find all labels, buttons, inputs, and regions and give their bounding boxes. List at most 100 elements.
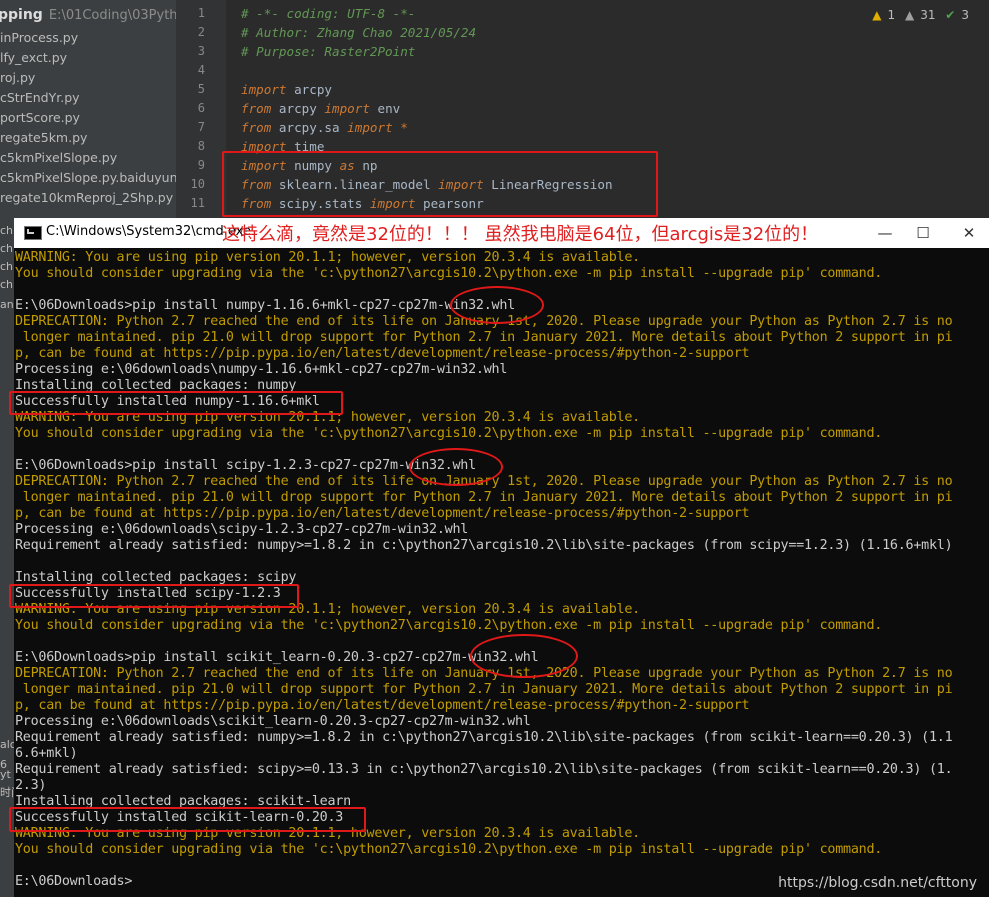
ok-count: 3 <box>961 8 969 22</box>
code-line: from arcpy.sa import * <box>228 118 868 137</box>
console-line: Processing e:\06downloads\numpy-1.16.6+m… <box>15 362 508 377</box>
cmd-titlebar[interactable]: C:\Windows\System32\cmd.exe 这特么滴，竟然是32位的… <box>14 218 989 248</box>
project-file-item[interactable]: inProcess.py <box>0 30 176 50</box>
minimize-button[interactable]: — <box>874 222 896 244</box>
line-number: 6 <box>197 101 205 115</box>
terminal-icon <box>24 226 42 240</box>
console-line: You should consider upgrading via the 'c… <box>15 266 883 281</box>
console-line: p, can be found at https://pip.pypa.io/e… <box>15 346 750 361</box>
console-line: 2.3) <box>15 778 47 793</box>
project-tree-overflow: chchchchanalc6yt时间 <box>0 218 14 897</box>
cropped-tree-label: 时间 <box>0 786 14 799</box>
weak-warning-icon: ▲ <box>904 8 915 22</box>
project-file-item[interactable]: regate10kmReproj_2Shp.py <box>0 190 176 210</box>
project-file-item[interactable]: roj.py <box>0 70 176 90</box>
console-line: p, can be found at https://pip.pypa.io/e… <box>15 506 750 521</box>
line-number: 10 <box>190 177 205 191</box>
project-file-item[interactable]: cStrEndYr.py <box>0 90 176 110</box>
code-token: # Purpose: Raster2Point <box>241 44 416 59</box>
project-path: E:\01Coding\03Python\ <box>48 8 176 23</box>
close-button[interactable]: ✕ <box>958 222 980 244</box>
win32-circle-sklearn <box>470 634 578 678</box>
console-line: E:\06Downloads> <box>15 874 133 889</box>
line-number: 11 <box>190 196 205 210</box>
line-number: 7 <box>197 120 205 134</box>
console-line: You should consider upgrading via the 'c… <box>15 426 883 441</box>
console-line: Requirement already satisfied: numpy>=1.… <box>15 730 953 745</box>
line-number: 5 <box>197 82 205 96</box>
project-file-item[interactable]: c5kmPixelSlope.py <box>0 150 176 170</box>
console-output[interactable]: WARNING: You are using pip version 20.1.… <box>14 248 989 897</box>
cropped-tree-label: ch <box>0 260 14 273</box>
success-box-sklearn <box>9 807 366 832</box>
line-number: 4 <box>197 63 205 77</box>
imports-highlight-box <box>222 151 658 217</box>
console-line: 6.6+mkl) <box>15 746 78 761</box>
code-token: from <box>241 101 272 116</box>
ide-window: pping E:\01Coding\03Python\ inProcess.pyl… <box>0 0 989 218</box>
check-icon: ✔ <box>945 8 956 22</box>
code-token: arcpy <box>286 82 332 97</box>
cropped-tree-label: ch <box>0 278 14 291</box>
code-line: # -*- coding: UTF-8 -*- <box>228 4 868 23</box>
code-token: import <box>324 101 370 116</box>
line-number: 3 <box>197 44 205 58</box>
code-token: # Author: Zhang Chao 2021/05/24 <box>241 25 477 40</box>
console-line: Requirement already satisfied: numpy>=1.… <box>15 538 953 553</box>
success-box-numpy <box>9 391 343 415</box>
success-box-scipy <box>9 584 299 608</box>
console-line: You should consider upgrading via the 'c… <box>15 842 883 857</box>
win32-circle-scipy <box>409 448 503 486</box>
project-header[interactable]: pping E:\01Coding\03Python\ <box>0 0 176 30</box>
console-line: longer maintained. pip 21.0 will drop su… <box>15 682 953 697</box>
warning-icon: ▲ <box>872 8 882 22</box>
cropped-tree-label: an <box>0 298 14 311</box>
cropped-tree-label: ch <box>0 242 14 255</box>
line-number: 1 <box>197 6 205 20</box>
line-number: 9 <box>197 158 205 172</box>
win32-circle-numpy <box>450 286 544 324</box>
code-token: arcpy.sa <box>271 120 348 135</box>
code-line: # Purpose: Raster2Point <box>228 42 868 61</box>
console-line: You should consider upgrading via the 'c… <box>15 618 883 633</box>
watermark: https://blog.csdn.net/cfttony <box>778 875 977 891</box>
project-tree: inProcess.py lfy_exct.py roj.py cStrEndYr.p… <box>0 30 176 218</box>
code-token: from <box>241 120 272 135</box>
console-line: longer maintained. pip 21.0 will drop su… <box>15 330 953 345</box>
code-token: arcpy <box>271 101 325 116</box>
project-file-item[interactable]: c5kmPixelSlope.py.baiduyun.up <box>0 170 176 190</box>
line-number: 8 <box>197 139 205 153</box>
code-line: # Author: Zhang Chao 2021/05/24 <box>228 23 868 42</box>
console-line: E:\06Downloads>pip install scikit_learn-… <box>15 650 539 665</box>
project-name: pping <box>0 7 43 23</box>
code-token: * <box>392 120 408 135</box>
project-file-item[interactable]: lfy_exct.py <box>0 50 176 70</box>
code-line: import arcpy <box>228 80 868 99</box>
code-token: env <box>369 101 401 116</box>
inspection-widget[interactable]: ▲ 1 ▲ 31 ✔ 3 <box>866 8 969 22</box>
project-file-item[interactable]: regate5km.py <box>0 130 176 150</box>
cropped-tree-label: ch <box>0 224 14 237</box>
console-line: longer maintained. pip 21.0 will drop su… <box>15 490 953 505</box>
red-annotation-text: 这特么滴，竟然是32位的！！！ 虽然我电脑是64位，但arcgis是32位的！ <box>222 224 819 245</box>
console-line: E:\06Downloads>pip install numpy-1.16.6+… <box>15 298 515 313</box>
console-line: Processing e:\06downloads\scikit_learn-0… <box>15 714 531 729</box>
console-line: Processing e:\06downloads\scipy-1.2.3-cp… <box>15 522 469 537</box>
line-number-gutter: 1 2 3 4 5 6 7 8 9 10 11 <box>176 0 226 218</box>
code-token: import <box>241 82 287 97</box>
code-token: import <box>347 120 393 135</box>
cropped-tree-label: alc <box>0 738 14 751</box>
code-token: # -*- coding: UTF-8 -*- <box>241 6 416 21</box>
project-file-item[interactable]: portScore.py <box>0 110 176 130</box>
warning-count: 1 <box>887 8 896 22</box>
console-line: p, can be found at https://pip.pypa.io/e… <box>15 698 750 713</box>
cropped-tree-label: yt <box>0 768 11 781</box>
console-line: Requirement already satisfied: scipy>=0.… <box>15 762 953 777</box>
maximize-button[interactable]: ☐ <box>912 222 934 244</box>
console-line: E:\06Downloads>pip install scipy-1.2.3-c… <box>15 458 476 473</box>
weak-warning-count: 31 <box>920 8 936 22</box>
cmd-title: C:\Windows\System32\cmd.exe <box>46 224 251 239</box>
console-line: WARNING: You are using pip version 20.1.… <box>15 250 640 265</box>
code-line: from arcpy import env <box>228 99 868 118</box>
